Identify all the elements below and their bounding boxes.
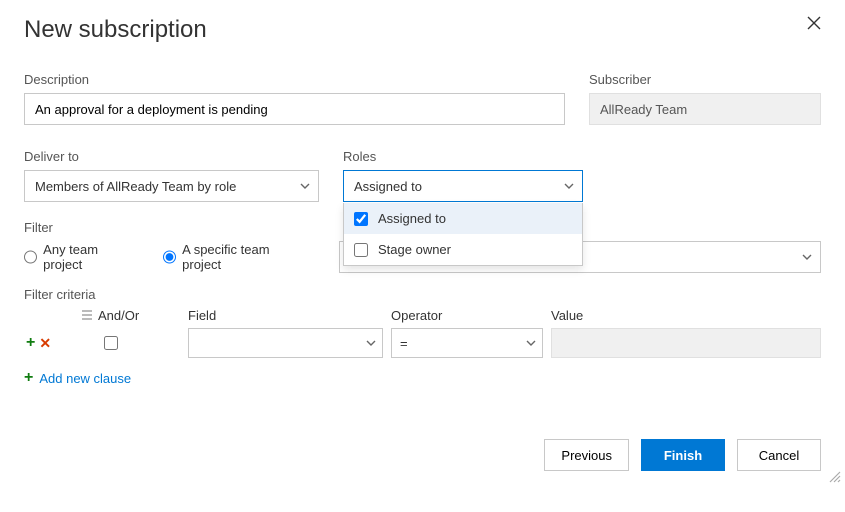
description-input[interactable] xyxy=(24,93,565,125)
criteria-header-field: Field xyxy=(188,308,383,323)
filter-label: Filter xyxy=(24,220,53,235)
filter-criteria-label: Filter criteria xyxy=(24,287,821,302)
add-row-icon[interactable]: + xyxy=(26,334,35,352)
chevron-down-icon xyxy=(564,180,574,192)
roles-option-label: Stage owner xyxy=(378,242,451,257)
chevron-down-icon xyxy=(802,251,812,263)
chevron-down-icon xyxy=(366,337,376,349)
subscriber-label: Subscriber xyxy=(589,72,821,87)
roles-option[interactable]: Assigned to xyxy=(344,203,582,234)
filter-any-label: Any team project xyxy=(43,242,135,272)
deliver-to-value: Members of AllReady Team by role xyxy=(35,179,236,194)
subscriber-value: AllReady Team xyxy=(589,93,821,125)
filter-any-option[interactable]: Any team project xyxy=(24,242,135,272)
roles-dropdown: Assigned to Stage owner xyxy=(343,203,583,266)
roles-select[interactable]: Assigned to Assigned to Stage owner xyxy=(343,170,583,202)
criteria-header-andor: And/Or xyxy=(98,308,188,323)
add-new-clause-label: Add new clause xyxy=(39,371,131,386)
chevron-down-icon xyxy=(526,337,536,349)
chevron-down-icon xyxy=(300,180,310,192)
deliver-to-select[interactable]: Members of AllReady Team by role xyxy=(24,170,319,202)
roles-option-label: Assigned to xyxy=(378,211,446,226)
filter-specific-option[interactable]: A specific team project xyxy=(163,242,305,272)
criteria-field-select[interactable] xyxy=(188,328,383,358)
resize-grip-icon xyxy=(827,469,841,483)
roles-label: Roles xyxy=(343,149,583,164)
filter-specific-radio[interactable] xyxy=(163,250,176,264)
add-new-clause-link[interactable]: + Add new clause xyxy=(24,369,131,387)
description-label: Description xyxy=(24,72,565,87)
criteria-operator-select[interactable]: = xyxy=(391,328,543,358)
criteria-header-value: Value xyxy=(551,308,821,323)
plus-icon: + xyxy=(24,369,33,387)
filter-specific-label: A specific team project xyxy=(182,242,304,272)
filter-any-radio[interactable] xyxy=(24,250,37,264)
close-icon[interactable] xyxy=(803,10,825,39)
roles-option[interactable]: Stage owner xyxy=(344,234,582,265)
criteria-header-operator: Operator xyxy=(391,308,543,323)
subscriber-text: AllReady Team xyxy=(600,102,687,117)
remove-row-icon[interactable]: ✕ xyxy=(39,335,51,352)
criteria-operator-value: = xyxy=(400,336,408,351)
dialog-title: New subscription xyxy=(24,16,821,44)
roles-option-checkbox[interactable] xyxy=(354,243,368,257)
deliver-to-label: Deliver to xyxy=(24,149,319,164)
finish-button[interactable]: Finish xyxy=(641,439,725,471)
previous-button[interactable]: Previous xyxy=(544,439,629,471)
drag-handle-icon xyxy=(76,308,98,323)
criteria-value-input xyxy=(551,328,821,358)
cancel-button[interactable]: Cancel xyxy=(737,439,821,471)
criteria-row-checkbox[interactable] xyxy=(104,336,118,350)
roles-value: Assigned to xyxy=(354,179,422,194)
roles-option-checkbox[interactable] xyxy=(354,212,368,226)
